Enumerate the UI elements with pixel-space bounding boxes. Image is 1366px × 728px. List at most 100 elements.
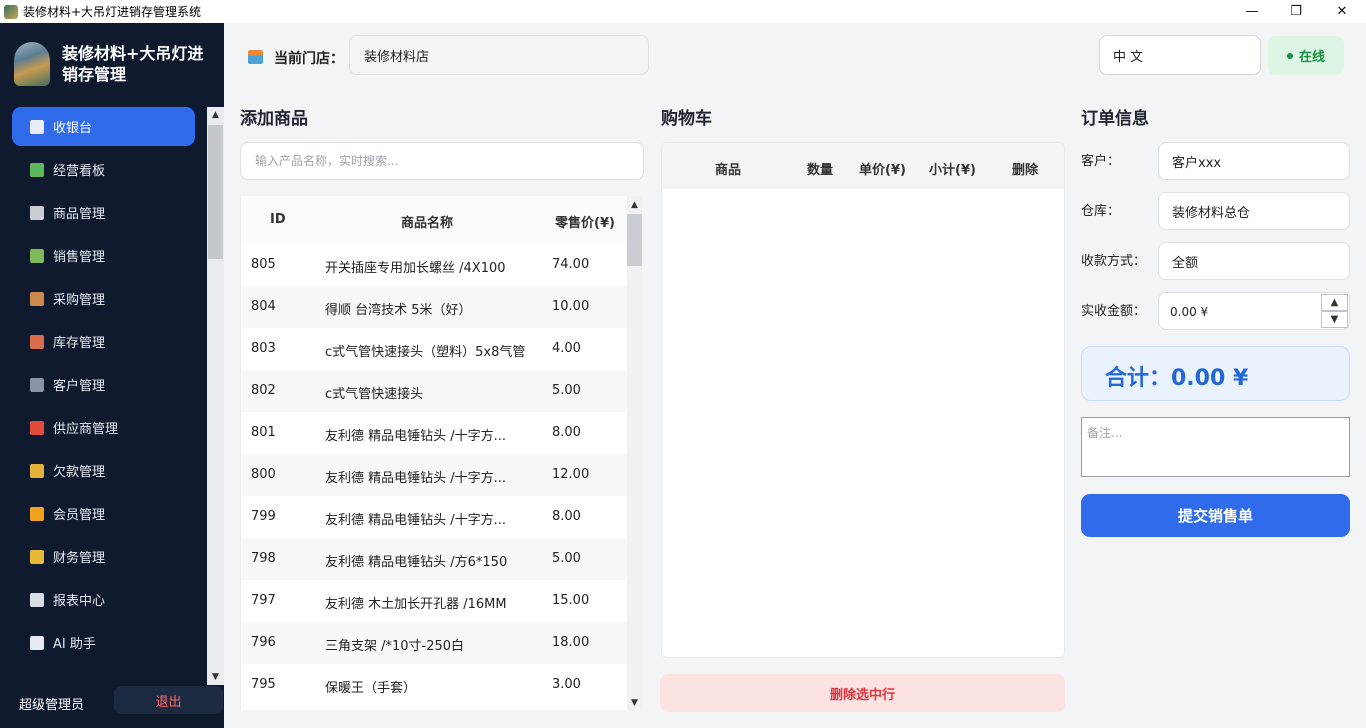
sidebar-item-label: AI 助手 (53, 637, 96, 652)
status-dot-icon (1286, 52, 1293, 59)
scroll-up-icon[interactable]: ▲ (627, 198, 642, 212)
cell-id: 804 (251, 299, 276, 314)
cell-price: 15.00 (552, 593, 590, 608)
cell-name: 得顺 台湾技术 5米（好） (325, 303, 472, 318)
scroll-down-icon[interactable]: ▼ (627, 696, 642, 710)
note-input[interactable] (1081, 417, 1350, 477)
cell-name: 友利德 精品电锤钻头 /方6*150 (325, 555, 508, 570)
col-product[interactable]: 商品 (715, 159, 741, 178)
sidebar-item-7[interactable]: 供应商管理 (12, 408, 195, 447)
cell-name: 开关插座专用加长螺丝 /4X100 (325, 261, 506, 276)
col-unit-price[interactable]: 单价(¥) (859, 159, 906, 178)
brand-logo (14, 42, 50, 86)
robot-icon (30, 635, 44, 650)
cell-id: 799 (251, 509, 276, 524)
cell-id: 803 (251, 341, 276, 356)
cell-price: 5.00 (552, 551, 581, 566)
maximize-button[interactable]: ❐ (1273, 0, 1319, 23)
decrement-button[interactable]: ▼ (1321, 311, 1348, 328)
cell-id: 802 (251, 383, 276, 398)
delete-selected-button[interactable]: 删除选中行 (660, 674, 1065, 712)
status-text: 在线 (1298, 50, 1325, 65)
sidebar-nav: 收银台经营看板商品管理销售管理采购管理库存管理客户管理供应商管理欠款管理会员管理… (0, 107, 207, 679)
cell-name: c式气管快速接头（塑料）5x8气管 (325, 345, 526, 360)
cell-price: 8.00 (552, 509, 581, 524)
product-table-scrollbar[interactable]: ▲ ▼ (627, 196, 642, 710)
cell-id: 800 (251, 467, 276, 482)
cell-price: 74.00 (552, 257, 590, 272)
minimize-button[interactable]: — (1229, 0, 1275, 23)
scrollbar-thumb[interactable] (627, 214, 642, 266)
logout-button[interactable]: 退出 (114, 686, 223, 714)
payment-select[interactable]: 全额 (1158, 242, 1350, 280)
total-box: 合计：0.00 ¥ (1081, 346, 1350, 401)
warehouse-select[interactable]: 装修材料总仓 (1158, 192, 1350, 230)
sidebar-item-12[interactable]: AI 助手 (12, 623, 195, 662)
table-row[interactable]: 801 友利德 精品电锤钻头 /十字方... 8.00 (241, 412, 627, 454)
sidebar-item-label: 库存管理 (53, 336, 106, 351)
close-button[interactable]: ✕ (1319, 0, 1365, 23)
increment-button[interactable]: ▲ (1321, 294, 1348, 311)
col-name[interactable]: 商品名称 (401, 212, 453, 231)
cell-name: 保暖王（手套） (325, 681, 417, 696)
payment-label: 收款方式： (1081, 254, 1147, 269)
banknote-icon (30, 248, 44, 263)
cell-name: 友利德 精品电锤钻头 /十字方... (325, 429, 507, 444)
sidebar-item-label: 商品管理 (53, 207, 106, 222)
sidebar-item-5[interactable]: 库存管理 (12, 322, 195, 361)
col-delete[interactable]: 删除 (1012, 159, 1038, 178)
table-row[interactable]: 797 友利德 木土加长开孔器 /16MM 15.00 (241, 580, 627, 622)
sidebar-item-4[interactable]: 采购管理 (12, 279, 195, 318)
language-select[interactable]: 中 文 (1099, 35, 1261, 75)
scrollbar-thumb[interactable] (208, 125, 223, 259)
sidebar-item-1[interactable]: 经营看板 (12, 150, 195, 189)
sidebar-scrollbar[interactable]: ▲ ▼ (207, 107, 224, 685)
received-label: 实收金额： (1081, 304, 1147, 319)
sidebar-item-0[interactable]: 收银台 (12, 107, 195, 146)
sidebar-item-10[interactable]: 财务管理 (12, 537, 195, 576)
sidebar-item-11[interactable]: 报表中心 (12, 580, 195, 619)
table-row[interactable]: 799 友利德 精品电锤钻头 /十字方... 8.00 (241, 496, 627, 538)
table-row[interactable]: 804 得顺 台湾技术 5米（好） 10.00 (241, 286, 627, 328)
cell-price: 8.00 (552, 425, 581, 440)
product-search-input[interactable] (240, 142, 644, 180)
cell-name: 三角支架 /*10寸-250白 (325, 639, 465, 654)
gift-icon (30, 506, 44, 521)
sidebar-item-2[interactable]: 商品管理 (12, 193, 195, 232)
table-row[interactable]: 802 c式气管快速接头 5.00 (241, 370, 627, 412)
sidebar-item-8[interactable]: 欠款管理 (12, 451, 195, 490)
sidebar-item-label: 经营看板 (53, 164, 106, 179)
scroll-up-icon[interactable]: ▲ (207, 107, 224, 123)
customer-select[interactable]: 客户xxx (1158, 142, 1350, 180)
table-row[interactable]: 800 友利德 精品电锤钻头 /十字方... 12.00 (241, 454, 627, 496)
sidebar-item-label: 供应商管理 (53, 422, 119, 437)
cell-name: 友利德 精品电锤钻头 /十字方... (325, 513, 507, 528)
sidebar-item-9[interactable]: 会员管理 (12, 494, 195, 533)
sidebar-item-6[interactable]: 客户管理 (12, 365, 195, 404)
sidebar-item-3[interactable]: 销售管理 (12, 236, 195, 275)
submit-order-button[interactable]: 提交销售单 (1081, 494, 1350, 537)
sidebar-item-label: 系统设置 (53, 676, 105, 679)
warehouse-icon (30, 334, 44, 349)
table-row[interactable]: 805 开关插座专用加长螺丝 /4X100 74.00 (241, 244, 627, 286)
table-row[interactable]: 795 保暖王（手套） 3.00 (241, 664, 627, 706)
table-row[interactable]: 798 友利德 精品电锤钻头 /方6*150 5.00 (241, 538, 627, 580)
cell-id: 795 (251, 677, 276, 692)
cart-table-header: 商品 数量 单价(¥) 小计(¥) 删除 (662, 143, 1064, 189)
table-row[interactable]: 796 三角支架 /*10寸-250白 18.00 (241, 622, 627, 664)
warehouse-label: 仓库： (1081, 204, 1121, 219)
cell-price: 10.00 (552, 299, 590, 314)
cell-id: 801 (251, 425, 276, 440)
truck-icon (30, 420, 44, 435)
sidebar-footer: 超级管理员 退出 (0, 683, 224, 728)
col-qty[interactable]: 数量 (807, 159, 833, 178)
cell-price: 12.00 (552, 467, 590, 482)
table-row[interactable]: 803 c式气管快速接头（塑料）5x8气管 4.00 (241, 328, 627, 370)
col-subtotal[interactable]: 小计(¥) (929, 159, 976, 178)
sidebar-item-13[interactable]: 系统设置 (12, 666, 195, 679)
current-user: 超级管理员 (19, 698, 85, 713)
cell-id: 798 (251, 551, 276, 566)
col-price[interactable]: 零售价(¥) (555, 212, 615, 231)
cart-table: 商品 数量 单价(¥) 小计(¥) 删除 (661, 142, 1065, 658)
col-id[interactable]: ID (270, 212, 286, 227)
